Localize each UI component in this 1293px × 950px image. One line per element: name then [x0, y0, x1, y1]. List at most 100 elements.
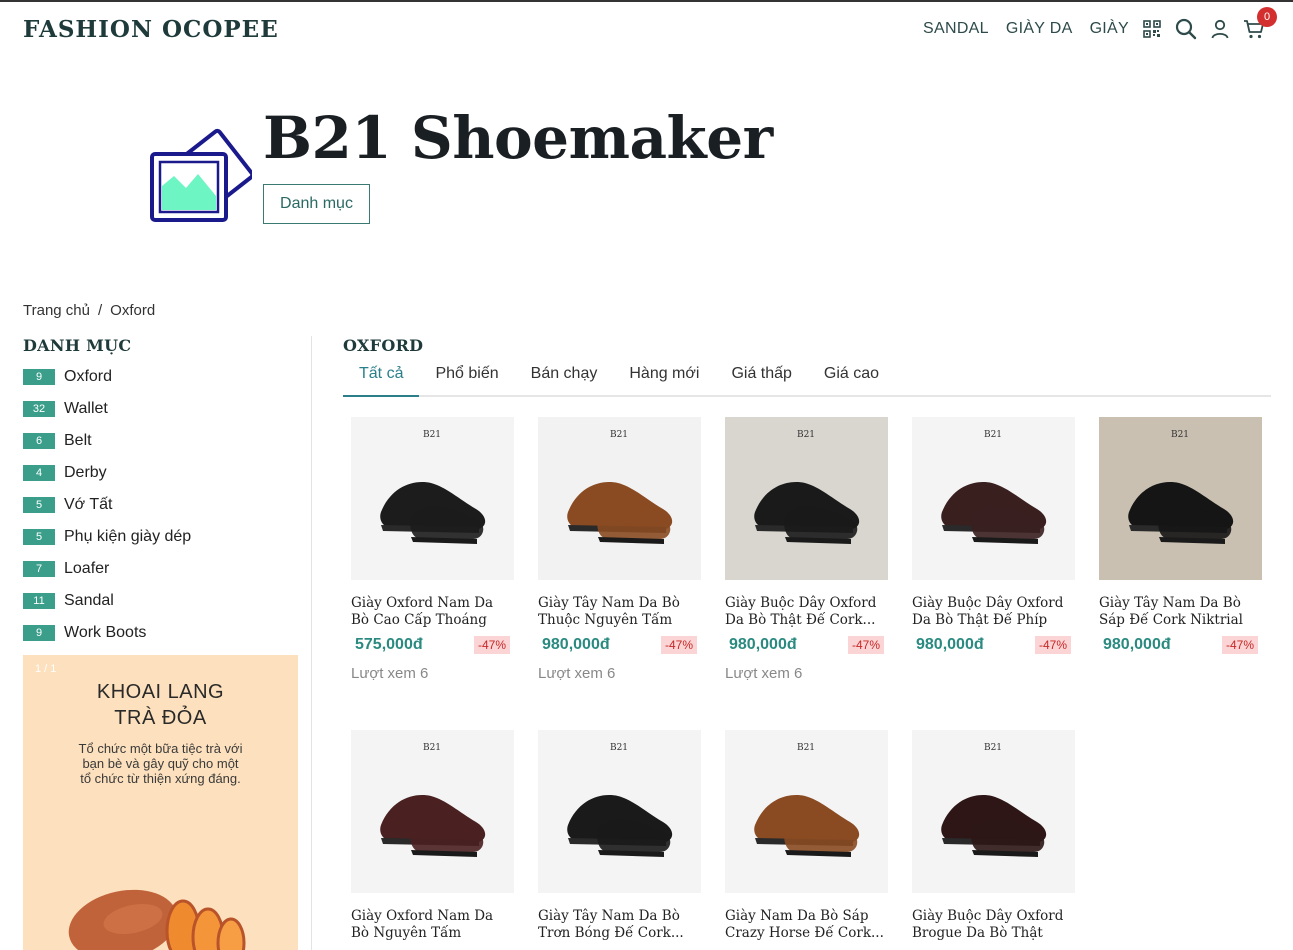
promo-desc-line: Tổ chức một bữa tiệc trà với [78, 741, 243, 756]
qr-code-icon[interactable] [1141, 18, 1163, 40]
svg-text:B21: B21 [610, 743, 628, 753]
product-card[interactable]: B21 Giày Buộc Dây Oxford Da Bò Thật Đế Co… [725, 417, 888, 682]
category-label: Oxford [64, 368, 113, 385]
category-item-derby[interactable]: 4 Derby [23, 457, 298, 489]
svg-text:B21: B21 [984, 743, 1002, 753]
category-label: Loafer [64, 560, 110, 577]
product-price: 980,000đ [1103, 636, 1171, 653]
tab-price-high[interactable]: Giá cao [808, 362, 895, 397]
category-button[interactable]: Danh mục [263, 184, 370, 224]
category-label: Work Boots [64, 624, 147, 641]
category-item-work-boots[interactable]: 9 Work Boots [23, 617, 298, 649]
nav-giay[interactable]: GIÀY [1090, 20, 1129, 38]
product-price: 980,000đ [729, 636, 797, 653]
product-card[interactable]: B21 Giày Tây Nam Da Bò Thuộc Nguyên Tấm Đ… [538, 417, 701, 682]
image-placeholder-icon [150, 124, 255, 224]
tab-popular[interactable]: Phổ biến [419, 362, 514, 397]
category-count-badge: 7 [23, 561, 55, 577]
promo-desc-line: tổ chức từ thiện xứng đáng. [80, 771, 241, 786]
category-label: Vớ Tất [64, 496, 113, 513]
product-card[interactable]: B21 Giày Buộc Dây Oxford Brogue Da Bò Thậ… [912, 730, 1075, 942]
discount-badge: -47% [1221, 636, 1258, 654]
product-name[interactable]: Giày Buộc Dây Oxford Brogue Da Bò Thật Đ… [912, 908, 1075, 942]
product-image[interactable]: B21 [912, 730, 1075, 893]
breadcrumb-separator: / [97, 302, 103, 319]
product-image[interactable]: B21 [912, 417, 1075, 580]
sweet-potato-illustration [53, 855, 273, 950]
price-row: 980,000đ -47% [538, 636, 701, 654]
nav-giay-da[interactable]: GIÀY DA [1006, 20, 1073, 38]
category-label: Derby [64, 464, 107, 481]
promo-title-line: KHOAI LANG [96, 681, 225, 703]
product-views: Lượt xem 6 [538, 665, 616, 682]
product-image[interactable]: B21 [538, 417, 701, 580]
tab-all[interactable]: Tất cả [343, 362, 420, 397]
product-name[interactable]: Giày Buộc Dây Oxford Da Bò Thật Đế Cork.… [725, 595, 888, 629]
product-image[interactable]: B21 [351, 730, 514, 893]
product-image[interactable]: B21 [725, 417, 888, 580]
sort-tabs: Tất cả Phổ biến Bán chạy Hàng mới Giá th… [343, 362, 1271, 397]
product-name[interactable]: Giày Oxford Nam Da Bò Nguyên Tấm Chống..… [351, 908, 514, 942]
category-count-badge: 9 [23, 625, 55, 641]
product-image[interactable]: B21 [538, 730, 701, 893]
svg-text:B21: B21 [423, 430, 441, 440]
product-card[interactable]: B21 Giày Tây Nam Da Bò Trơn Bóng Đế Cork.… [538, 730, 701, 942]
category-item-vớ-tất[interactable]: 5 Vớ Tất [23, 489, 298, 521]
tab-price-low[interactable]: Giá thấp [715, 362, 807, 397]
breadcrumb-current: Oxford [110, 302, 156, 319]
discount-badge: -47% [473, 636, 510, 654]
breadcrumb-home[interactable]: Trang chủ [23, 302, 90, 319]
promo-title-line: TRÀ ĐỎA [114, 707, 207, 729]
content-divider [311, 336, 312, 950]
promo-title: KHOAI LANG TRÀ ĐỎA [23, 679, 298, 731]
price-row: 980,000đ -47% [912, 636, 1075, 654]
product-image[interactable]: B21 [351, 417, 514, 580]
category-item-phụ-kiện-giày-dép[interactable]: 5 Phụ kiện giày dép [23, 521, 298, 553]
nav-sandal[interactable]: SANDAL [923, 20, 989, 38]
search-icon[interactable] [1175, 18, 1197, 40]
product-price: 575,000đ [355, 636, 423, 653]
category-item-belt[interactable]: 6 Belt [23, 425, 298, 457]
product-name[interactable]: Giày Nam Da Bò Sáp Crazy Horse Đế Cork..… [725, 908, 888, 942]
product-card[interactable]: B21 Giày Tây Nam Da Bò Sáp Đế Cork Niktri… [1099, 417, 1262, 654]
product-image[interactable]: B21 [1099, 417, 1262, 580]
category-item-oxford[interactable]: 9 Oxford [23, 361, 298, 393]
svg-text:B21: B21 [423, 743, 441, 753]
product-name[interactable]: Giày Oxford Nam Da Bò Cao Cấp Thoáng Khí… [351, 595, 514, 629]
product-name[interactable]: Giày Tây Nam Da Bò Thuộc Nguyên Tấm Đế..… [538, 595, 701, 629]
tab-newest[interactable]: Hàng mới [613, 362, 715, 397]
sidebar-title: DANH MỤC [23, 336, 132, 355]
user-icon[interactable] [1209, 18, 1231, 40]
discount-badge: -47% [660, 636, 697, 654]
cart-count-badge: 0 [1257, 7, 1277, 27]
discount-badge: -47% [847, 636, 884, 654]
category-count-badge: 5 [23, 497, 55, 513]
product-name[interactable]: Giày Buộc Dây Oxford Da Bò Thật Đế Phíp … [912, 595, 1075, 629]
tab-bestseller[interactable]: Bán chạy [515, 362, 614, 397]
product-card[interactable]: B21 Giày Oxford Nam Da Bò Nguyên Tấm Chốn… [351, 730, 514, 942]
product-card[interactable]: B21 Giày Nam Da Bò Sáp Crazy Horse Đế Cor… [725, 730, 888, 942]
category-count-badge: 4 [23, 465, 55, 481]
main-nav: SANDAL GIÀY DA GIÀY 0 [906, 7, 1277, 40]
product-card[interactable]: B21 Giày Oxford Nam Da Bò Cao Cấp Thoáng … [351, 417, 514, 682]
cart-icon[interactable]: 0 [1243, 7, 1277, 40]
category-count-badge: 9 [23, 369, 55, 385]
promo-counter: 1 / 1 [35, 663, 57, 675]
category-item-wallet[interactable]: 32 Wallet [23, 393, 298, 425]
product-image[interactable]: B21 [725, 730, 888, 893]
brand-logo[interactable]: FASHION OCOPEE [23, 16, 279, 43]
product-card[interactable]: B21 Giày Buộc Dây Oxford Da Bò Thật Đế Ph… [912, 417, 1075, 654]
category-label: Belt [64, 432, 92, 449]
svg-text:B21: B21 [984, 430, 1002, 440]
promo-banner[interactable]: 1 / 1 KHOAI LANG TRÀ ĐỎA Tổ chức một bữa… [23, 655, 298, 950]
product-name[interactable]: Giày Tây Nam Da Bò Sáp Đế Cork Niktrial … [1099, 595, 1262, 629]
category-count-badge: 32 [23, 401, 55, 417]
category-item-sandal[interactable]: 11 Sandal [23, 585, 298, 617]
category-count-badge: 11 [23, 593, 55, 609]
svg-text:B21: B21 [797, 430, 815, 440]
category-item-loafer[interactable]: 7 Loafer [23, 553, 298, 585]
product-price: 980,000đ [916, 636, 984, 653]
product-name[interactable]: Giày Tây Nam Da Bò Trơn Bóng Đế Cork... [538, 908, 701, 942]
category-label: Wallet [64, 400, 108, 417]
category-list: 9 Oxford 32 Wallet 6 Belt 4 Derby 5 Vớ Tất 5 Phụ ki… [23, 361, 298, 649]
